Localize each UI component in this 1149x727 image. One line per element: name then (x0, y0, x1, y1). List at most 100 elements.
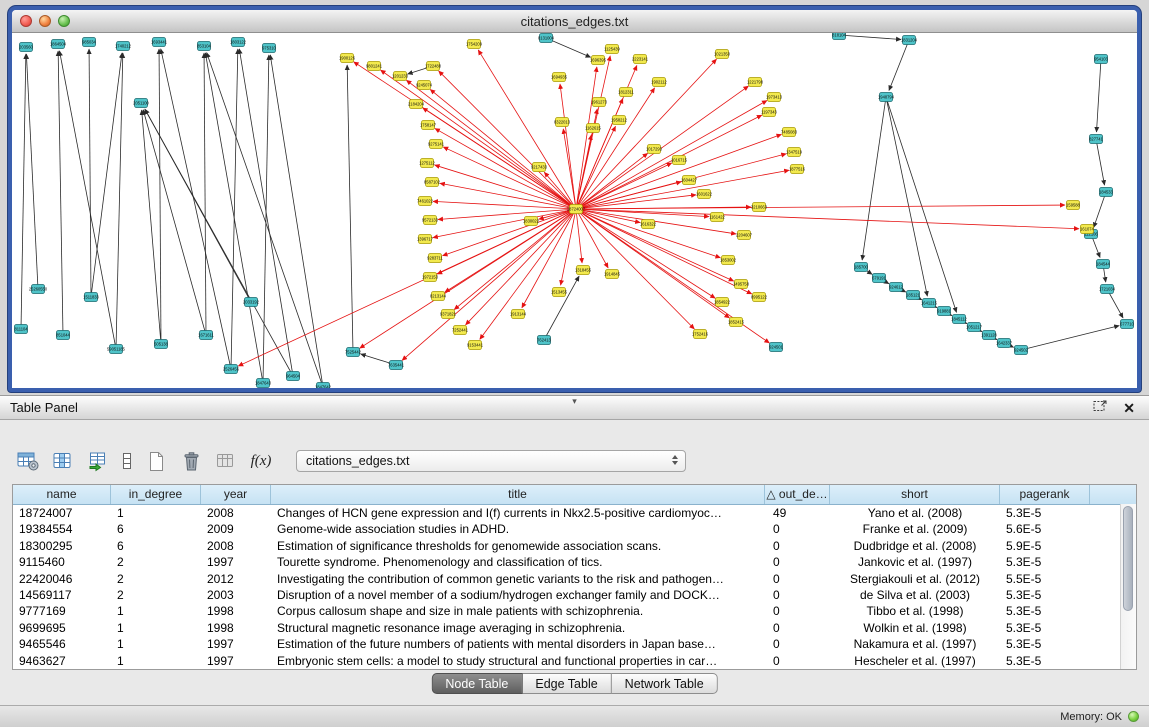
graph-node[interactable]: 924502 (1014, 346, 1028, 355)
graph-edge[interactable] (270, 55, 323, 387)
table-options-button[interactable] (14, 448, 42, 475)
network-canvas[interactable]: 2035601864504985034174021216934418531041… (12, 33, 1137, 388)
graph-edge[interactable] (143, 110, 206, 335)
graph-node[interactable]: 1125439 (604, 45, 620, 54)
graph-node[interactable]: 1513455 (551, 288, 568, 297)
graph-node[interactable]: 924612 (889, 283, 903, 292)
graph-edge[interactable] (839, 35, 901, 40)
graph-edge[interactable] (1096, 139, 1105, 185)
graph-node[interactable]: 1853002 (720, 256, 737, 265)
graph-node[interactable]: 2204607 (736, 231, 753, 240)
table-row[interactable]: 977716911998Corpus callosum shape and si… (13, 603, 1136, 619)
graph-node[interactable]: 985034 (82, 38, 96, 47)
graph-node[interactable]: 1604427 (681, 176, 698, 185)
graph-node[interactable]: 1812311 (618, 88, 634, 97)
table-row[interactable]: 1456911722003Disruption of a novel membe… (13, 587, 1136, 603)
graph-node[interactable]: 1017293 (646, 145, 663, 154)
graph-node[interactable]: 1877516 (789, 165, 806, 174)
tab-edge-table[interactable]: Edge Table (522, 673, 611, 694)
graph-edge[interactable] (161, 49, 231, 369)
graph-node[interactable]: 1752416 (692, 330, 709, 339)
graph-node[interactable]: 762413 (537, 336, 551, 345)
graph-node[interactable]: 1016715 (671, 156, 688, 165)
graph-node[interactable]: 1721034 (1099, 285, 1116, 294)
graph-node[interactable]: 1391128 (981, 331, 997, 340)
graph-node[interactable]: 1803122 (230, 38, 247, 47)
graph-node[interactable]: 827741 (1089, 135, 1103, 144)
graph-node[interactable]: 1913144 (510, 310, 527, 319)
column-header-6[interactable]: pagerank (1000, 485, 1090, 504)
graph-edge[interactable] (231, 49, 238, 369)
graph-edge[interactable] (21, 54, 26, 329)
graph-edge[interactable] (560, 84, 576, 209)
graph-node[interactable]: 919881 (937, 307, 951, 316)
graph-edge[interactable] (862, 97, 886, 260)
graph-node[interactable]: 1221798 (747, 78, 764, 87)
graph-edge[interactable] (263, 55, 269, 383)
table-row[interactable]: 969969511998Structural magnetic resonanc… (13, 620, 1136, 636)
table-row[interactable]: 2242004622012Investigating the contribut… (13, 571, 1136, 587)
table-row[interactable]: 946554611997Estimation of the future num… (13, 636, 1136, 652)
graph-edge[interactable] (480, 209, 576, 339)
graph-node[interactable]: 1854922 (714, 298, 731, 307)
graph-node[interactable]: 505138 (154, 340, 168, 349)
column-header-4[interactable]: △ out_de… (765, 485, 830, 504)
scrollbar-thumb[interactable] (1123, 506, 1133, 611)
graph-node[interactable]: 2223141 (632, 55, 649, 64)
graph-node[interactable]: 1830022 (523, 217, 540, 226)
graph-node[interactable]: 1722488 (425, 62, 442, 71)
graph-node[interactable]: 1197343 (761, 108, 777, 117)
graph-edge[interactable] (204, 53, 206, 335)
graph-edge[interactable] (1096, 59, 1101, 132)
graph-edge[interactable] (576, 182, 681, 209)
graph-node[interactable]: 203560 (19, 43, 33, 52)
graph-node[interactable]: 1162615 (585, 124, 601, 133)
graph-edge[interactable] (435, 128, 576, 209)
graph-node[interactable]: 25260550 (29, 285, 48, 294)
graph-node[interactable]: 8322013 (554, 118, 571, 127)
splitter-handle-icon[interactable]: ▾ (572, 397, 577, 406)
graph-node[interactable]: 1021350 (714, 50, 731, 59)
graph-node[interactable]: 184544 (1096, 260, 1110, 269)
close-panel-icon[interactable]: ✕ (1123, 401, 1135, 415)
graph-node[interactable]: 853104 (197, 42, 211, 51)
window-titlebar[interactable]: citations_edges.txt (12, 10, 1137, 33)
tab-node-table[interactable]: Node Table (431, 673, 522, 694)
graph-node[interactable]: 1511833 (83, 293, 99, 302)
create-table-button[interactable] (142, 448, 170, 475)
graph-node[interactable]: 7461022 (417, 197, 434, 206)
graph-edge[interactable] (443, 147, 576, 209)
graph-node[interactable]: 1847642 (315, 383, 332, 389)
import-table-button[interactable] (84, 448, 112, 475)
table-row[interactable]: 911546021997Tourette syndrome. Phenomeno… (13, 554, 1136, 570)
graph-edge[interactable] (576, 163, 672, 209)
graph-edge[interactable] (886, 97, 957, 312)
graph-node[interactable]: 677710 (1120, 320, 1134, 329)
graph-node[interactable]: 7525442 (345, 348, 362, 357)
rename-table-button[interactable] (212, 448, 240, 475)
graph-edge[interactable] (439, 71, 576, 209)
graph-node[interactable]: 1831204 (901, 36, 918, 45)
graph-node[interactable]: 8213144 (430, 292, 447, 301)
graph-node[interactable]: 2184204 (408, 100, 425, 109)
graph-edge[interactable] (116, 53, 123, 349)
graph-edge[interactable] (576, 205, 1065, 209)
tab-network-table[interactable]: Network Table (612, 673, 718, 694)
graph-edge[interactable] (576, 209, 734, 281)
graph-node[interactable]: 184533 (1099, 188, 1113, 197)
close-window-button[interactable] (20, 15, 32, 27)
graph-node[interactable]: 1347519 (786, 148, 803, 157)
graph-edge[interactable] (443, 209, 576, 256)
graph-node[interactable]: 9371821 (440, 310, 457, 319)
graph-edge[interactable] (159, 49, 161, 344)
graph-node[interactable]: 161074 (1080, 225, 1094, 234)
graph-node[interactable]: 1845112 (951, 315, 967, 324)
citation-network-graph[interactable]: 2035601864504985034174021216934418531041… (12, 33, 1137, 388)
graph-node[interactable]: 1051217 (966, 323, 983, 332)
graph-edge[interactable] (576, 195, 696, 209)
table-row[interactable]: 1938455462009Genome-wide association stu… (13, 521, 1136, 537)
graph-edge[interactable] (142, 110, 161, 344)
minimize-window-button[interactable] (39, 15, 51, 27)
function-builder-button[interactable]: f(x) (247, 448, 275, 475)
graph-edge[interactable] (576, 209, 582, 263)
